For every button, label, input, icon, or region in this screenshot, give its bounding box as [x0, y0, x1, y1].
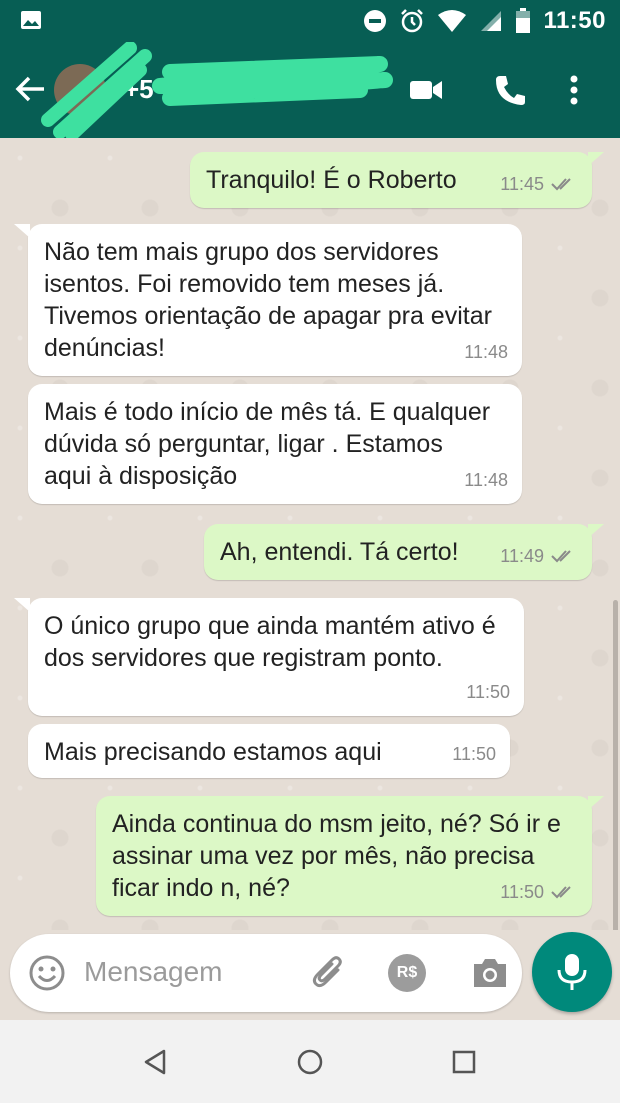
- emoji-icon[interactable]: [28, 954, 66, 992]
- message-meta: 11:50: [452, 738, 496, 770]
- chat-header: +5: [0, 42, 620, 138]
- chat-area[interactable]: Tranquilo! É o Roberto 11:45 Não tem mai…: [0, 138, 620, 930]
- redaction-scribble: [41, 42, 393, 138]
- message-bubble-incoming[interactable]: Não tem mais grupo dos servidores isento…: [28, 224, 522, 376]
- chat-scrollbar[interactable]: [613, 600, 618, 930]
- message-meta: 11:48: [464, 464, 508, 496]
- message-meta: 11:50: [500, 876, 578, 908]
- read-receipt-icon: [551, 886, 571, 899]
- payment-icon[interactable]: R$: [388, 954, 426, 992]
- do-not-disturb-icon: [364, 10, 387, 32]
- message-bubble-incoming[interactable]: Mais precisando estamos aqui 11:50: [28, 724, 510, 778]
- message-meta: 11:50: [466, 676, 510, 708]
- bubble-tail: [588, 796, 604, 810]
- more-options-icon[interactable]: [564, 72, 584, 108]
- mic-button[interactable]: [532, 932, 612, 1012]
- system-nav-bar: [0, 1020, 620, 1103]
- bubble-tail: [14, 224, 30, 238]
- message-meta: 11:49: [500, 540, 578, 572]
- message-input[interactable]: Mensagem: [84, 956, 223, 988]
- mic-icon: [557, 954, 587, 990]
- alarm-icon: [401, 9, 424, 33]
- image-notification-icon: [21, 11, 41, 29]
- message-time: 11:48: [464, 342, 508, 362]
- wifi-icon: [438, 10, 467, 32]
- message-bubble-outgoing[interactable]: Ainda continua do msm jeito, né? Só ir e…: [96, 796, 592, 916]
- status-time: 11:50: [543, 7, 606, 34]
- read-receipt-icon: [551, 550, 571, 563]
- read-receipt-icon: [551, 178, 571, 191]
- message-bubble-incoming[interactable]: Mais é todo início de mês tá. E qualquer…: [28, 384, 522, 504]
- attach-icon[interactable]: [310, 954, 348, 992]
- status-bar: 11:50: [0, 0, 620, 42]
- message-time: 11:45: [500, 174, 544, 194]
- video-call-icon[interactable]: [408, 72, 444, 108]
- message-bubble-outgoing[interactable]: Ah, entendi. Tá certo! 11:49: [204, 524, 592, 580]
- back-triangle-icon[interactable]: [140, 1046, 172, 1078]
- message-text: Ah, entendi. Tá certo!: [220, 538, 459, 566]
- bubble-tail: [588, 152, 604, 166]
- message-text: Mais é todo início de mês tá. E qualquer…: [44, 398, 491, 490]
- bubble-tail: [14, 598, 30, 612]
- message-time: 11:50: [452, 744, 496, 764]
- recents-square-icon[interactable]: [448, 1046, 480, 1078]
- message-time: 11:49: [500, 546, 544, 566]
- message-text: Não tem mais grupo dos servidores isento…: [44, 238, 492, 362]
- message-text: Mais precisando estamos aqui: [44, 738, 382, 766]
- message-time: 11:50: [466, 682, 510, 702]
- signal-icon: [481, 11, 502, 31]
- message-text: Tranquilo! É o Roberto: [206, 166, 457, 194]
- message-bubble-outgoing[interactable]: Tranquilo! É o Roberto 11:45: [190, 152, 592, 208]
- phone-call-icon[interactable]: [492, 72, 528, 108]
- message-time: 11:48: [464, 470, 508, 490]
- message-meta: 11:45: [500, 168, 578, 200]
- message-bubble-incoming[interactable]: O único grupo que ainda mantém ativo é d…: [28, 598, 524, 716]
- battery-icon: [516, 8, 531, 33]
- message-meta: 11:48: [464, 336, 508, 368]
- message-time: 11:50: [500, 882, 544, 902]
- camera-icon[interactable]: [470, 954, 510, 992]
- home-circle-icon[interactable]: [294, 1046, 326, 1078]
- bubble-tail: [588, 524, 604, 538]
- message-composer[interactable]: Mensagem R$: [10, 934, 522, 1012]
- message-text: O único grupo que ainda mantém ativo é d…: [44, 612, 496, 672]
